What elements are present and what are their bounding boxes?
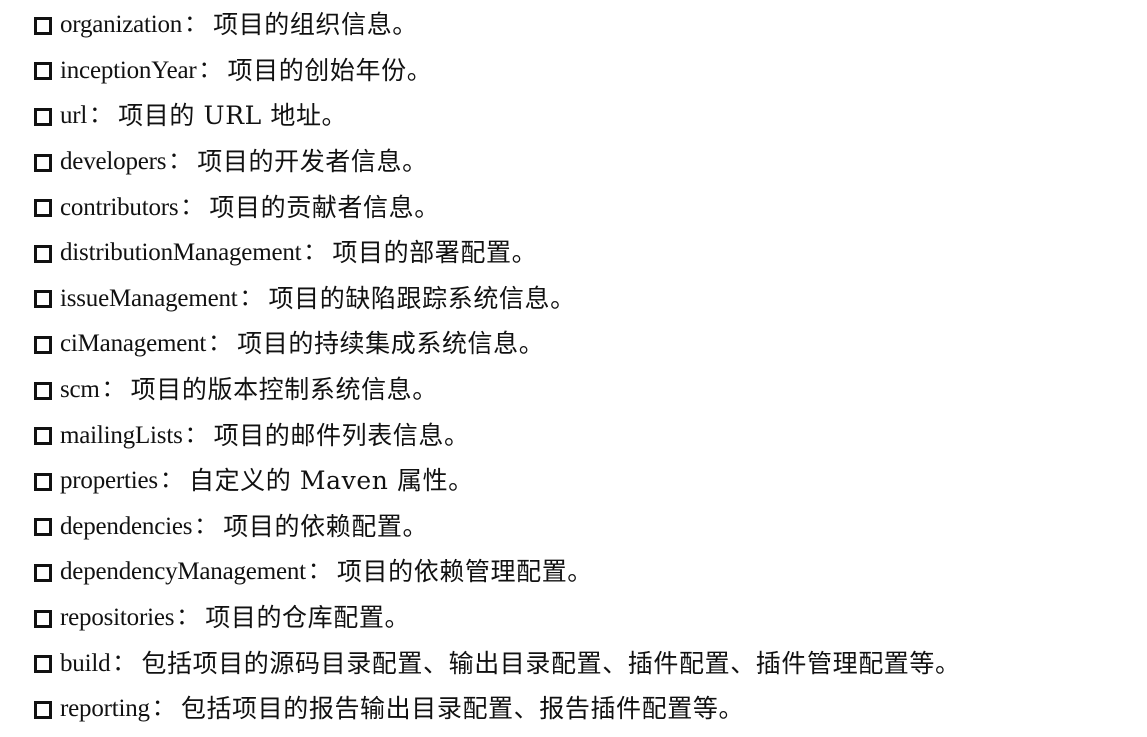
- item-description: 项目的贡献者信息。: [209, 192, 440, 222]
- checkbox-bullet-icon: [34, 472, 52, 491]
- item-term: organization: [60, 11, 183, 39]
- item-term: scm: [60, 376, 100, 404]
- item-description: 项目的依赖管理配置。: [336, 557, 593, 587]
- item-term: dependencies: [60, 512, 193, 540]
- item-separator: ：: [112, 649, 136, 676]
- item-description: 项目的组织信息。: [213, 10, 418, 40]
- pom-element-list: organization：项目的组织信息。 inceptionYear：项目的创…: [34, 2, 1142, 732]
- checkbox-bullet-icon: [34, 700, 52, 719]
- item-separator: ：: [89, 102, 113, 129]
- item-term: issueManagement: [60, 284, 238, 312]
- item-description: 项目的部署配置。: [332, 238, 538, 268]
- checkbox-bullet-icon: [34, 518, 52, 537]
- list-item: organization：项目的组织信息。: [34, 2, 1142, 48]
- list-item: properties：自定义的 Maven 属性。: [34, 458, 1142, 504]
- item-description: 项目的仓库配置。: [205, 603, 411, 633]
- item-term: properties: [60, 467, 158, 495]
- checkbox-bullet-icon: [34, 62, 52, 81]
- item-description: 包括项目的源码目录配置、输出目录配置、插件配置、插件管理配置等。: [141, 648, 961, 678]
- item-description: 包括项目的报告输出目录配置、报告插件配置等。: [180, 694, 745, 724]
- checkbox-bullet-icon: [34, 16, 52, 35]
- item-separator: ：: [184, 421, 208, 448]
- item-term: reporting: [60, 695, 150, 723]
- item-separator: ：: [151, 695, 175, 722]
- item-separator: ：: [239, 284, 263, 311]
- item-separator: ：: [303, 239, 327, 266]
- item-description: 项目的开发者信息。: [197, 147, 428, 177]
- item-description: 项目的 URL 地址。: [118, 101, 348, 131]
- list-item: inceptionYear：项目的创始年份。: [34, 48, 1142, 94]
- list-item: build：包括项目的源码目录配置、输出目录配置、插件配置、插件管理配置等。: [34, 640, 1142, 686]
- item-term: ciManagement: [60, 330, 207, 358]
- list-item: reporting：包括项目的报告输出目录配置、报告插件配置等。: [34, 686, 1142, 732]
- checkbox-bullet-icon: [34, 244, 52, 263]
- item-description: 自定义的 Maven 属性。: [188, 466, 474, 496]
- list-item: dependencyManagement：项目的依赖管理配置。: [34, 549, 1142, 595]
- item-description: 项目的创始年份。: [227, 55, 433, 85]
- item-term: url: [60, 102, 88, 130]
- item-separator: ：: [101, 376, 125, 403]
- item-term: distributionManagement: [60, 239, 302, 267]
- list-item: url：项目的 URL 地址。: [34, 93, 1142, 139]
- item-separator: ：: [194, 512, 218, 539]
- item-separator: ：: [198, 56, 222, 83]
- item-description: 项目的持续集成系统信息。: [237, 329, 545, 359]
- item-description: 项目的版本控制系统信息。: [130, 375, 438, 405]
- list-item: repositories：项目的仓库配置。: [34, 595, 1142, 641]
- checkbox-bullet-icon: [34, 153, 52, 172]
- item-separator: ：: [176, 604, 200, 631]
- checkbox-bullet-icon: [34, 609, 52, 628]
- item-term: mailingLists: [60, 421, 183, 449]
- checkbox-bullet-icon: [34, 107, 52, 126]
- item-separator: ：: [180, 193, 204, 220]
- item-term: contributors: [60, 193, 179, 221]
- item-term: inceptionYear: [60, 56, 197, 84]
- checkbox-bullet-icon: [34, 290, 52, 309]
- item-term: repositories: [60, 604, 175, 632]
- item-separator: ：: [168, 148, 192, 175]
- checkbox-bullet-icon: [34, 655, 52, 674]
- item-separator: ：: [307, 558, 331, 585]
- item-separator: ：: [184, 11, 208, 38]
- checkbox-bullet-icon: [34, 563, 52, 582]
- item-separator: ：: [159, 467, 183, 494]
- list-item: mailingLists：项目的邮件列表信息。: [34, 412, 1142, 458]
- checkbox-bullet-icon: [34, 199, 52, 218]
- item-term: dependencyManagement: [60, 558, 306, 586]
- list-item: distributionManagement：项目的部署配置。: [34, 230, 1142, 276]
- list-item: scm：项目的版本控制系统信息。: [34, 367, 1142, 413]
- item-term: build: [60, 649, 111, 677]
- item-term: developers: [60, 148, 167, 176]
- list-item: issueManagement：项目的缺陷跟踪系统信息。: [34, 276, 1142, 322]
- checkbox-bullet-icon: [34, 381, 52, 400]
- list-item: dependencies：项目的依赖配置。: [34, 504, 1142, 550]
- checkbox-bullet-icon: [34, 427, 52, 446]
- item-description: 项目的依赖配置。: [223, 511, 429, 541]
- item-description: 项目的邮件列表信息。: [213, 420, 470, 450]
- list-item: ciManagement：项目的持续集成系统信息。: [34, 321, 1142, 367]
- item-separator: ：: [208, 330, 232, 357]
- checkbox-bullet-icon: [34, 335, 52, 354]
- item-description: 项目的缺陷跟踪系统信息。: [268, 283, 576, 313]
- list-item: contributors：项目的贡献者信息。: [34, 184, 1142, 230]
- list-item: developers：项目的开发者信息。: [34, 139, 1142, 185]
